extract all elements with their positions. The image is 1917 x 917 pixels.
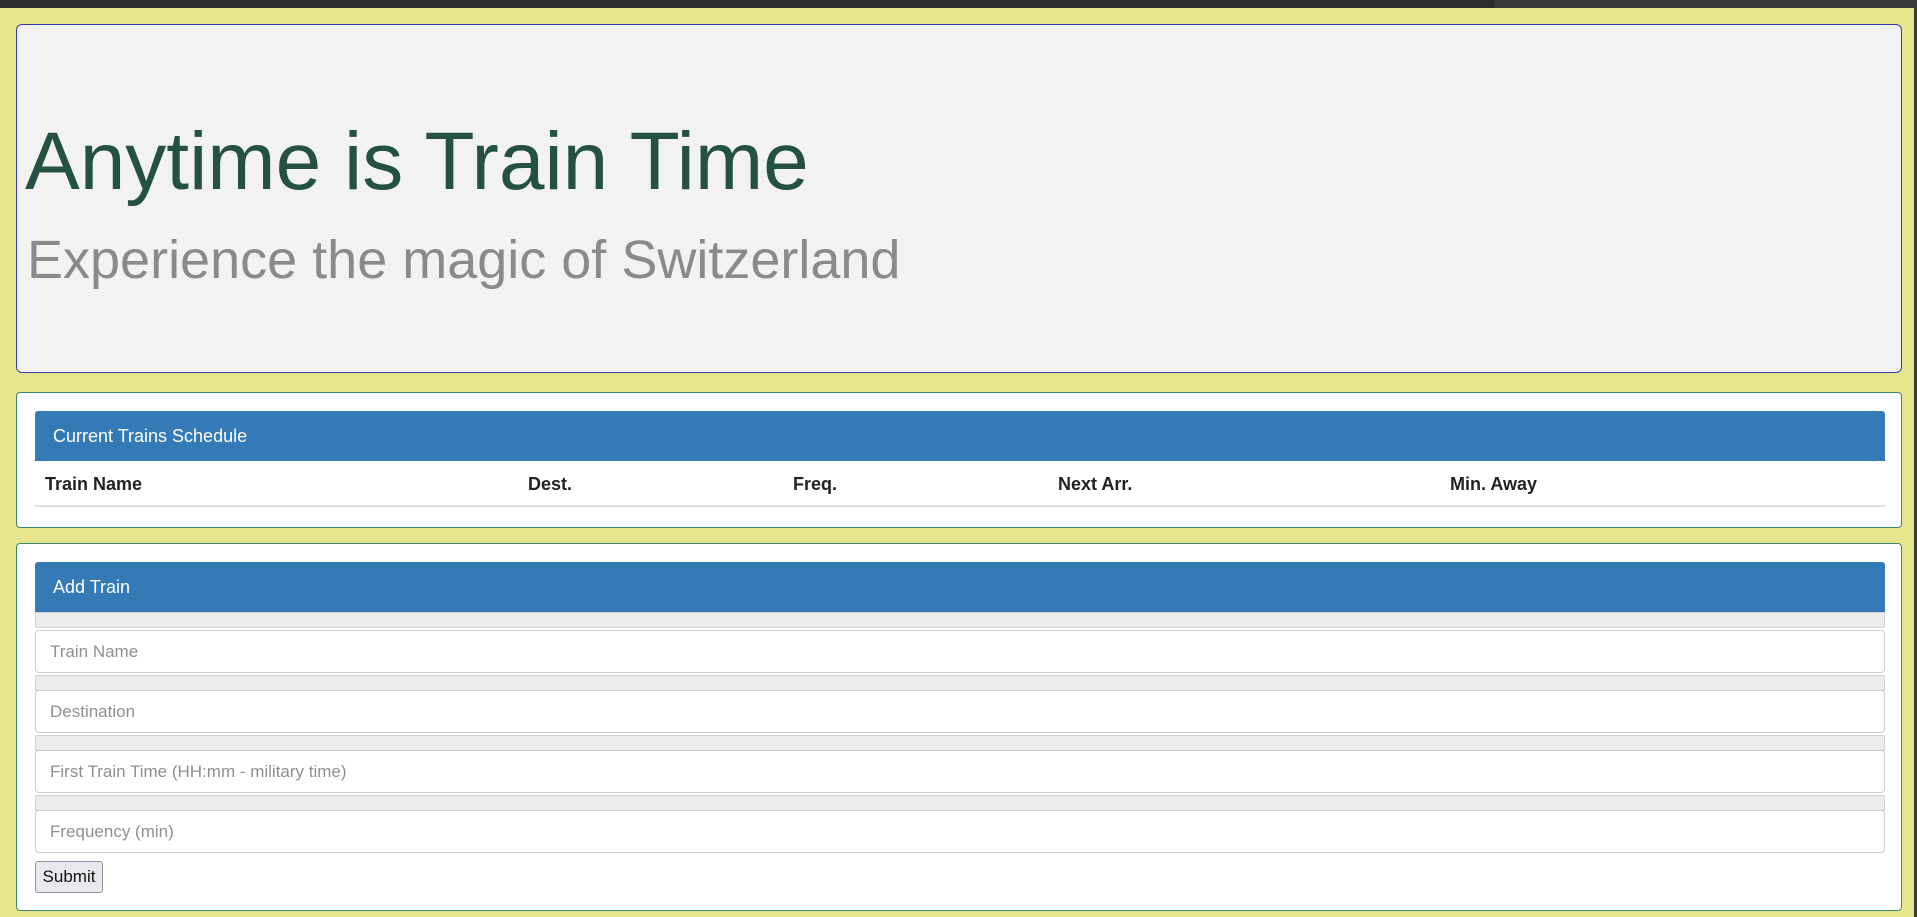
- column-header-minutes-away: Min. Away: [1450, 474, 1538, 494]
- browser-top-strip: [0, 0, 1917, 8]
- schedule-table-header: Train Name Dest. Freq. Next Arr. Min. Aw…: [35, 461, 1885, 507]
- jumbotron: Anytime is Train Time Experience the mag…: [16, 24, 1902, 373]
- form-label-first-train-time: [35, 735, 1885, 751]
- schedule-panel-heading: Current Trains Schedule: [35, 411, 1885, 461]
- browser-top-strip-segment: [1495, 0, 1917, 8]
- page-subtitle: Experience the magic of Switzerland: [27, 230, 901, 290]
- destination-input[interactable]: [35, 690, 1885, 733]
- first-train-time-input[interactable]: [35, 750, 1885, 793]
- train-name-input[interactable]: [35, 630, 1885, 673]
- page-title: Anytime is Train Time: [25, 116, 809, 207]
- column-header-train-name: Train Name: [45, 474, 143, 494]
- add-train-panel-heading: Add Train: [35, 562, 1885, 612]
- form-label-destination: [35, 675, 1885, 691]
- column-header-frequency: Freq.: [793, 474, 838, 494]
- add-train-panel: Add Train Submit: [16, 543, 1902, 911]
- column-header-destination: Dest.: [528, 474, 573, 494]
- submit-button[interactable]: Submit: [35, 861, 103, 893]
- form-label-frequency: [35, 795, 1885, 811]
- form-label-train-name: [35, 612, 1885, 628]
- column-header-next-arrival: Next Arr.: [1058, 474, 1133, 494]
- schedule-panel: Current Trains Schedule Train Name Dest.…: [16, 392, 1902, 528]
- frequency-input[interactable]: [35, 810, 1885, 853]
